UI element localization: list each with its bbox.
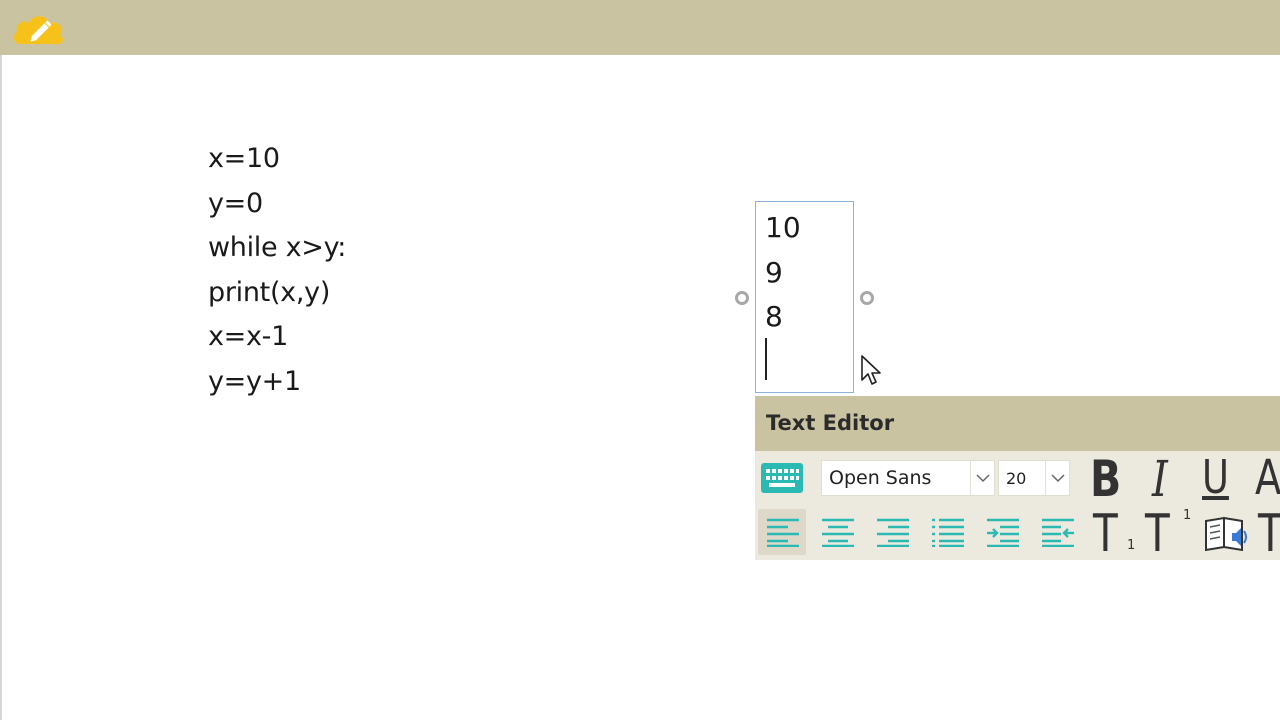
resize-handle-left[interactable] [735,291,749,305]
list-icon [932,518,964,547]
output-text-box[interactable]: 10 9 8 [755,201,854,393]
subscript-button[interactable]: T 1 [1093,508,1137,560]
subscript-mark: 1 [1127,538,1136,553]
app-header [0,0,1280,55]
mouse-cursor-icon [861,355,881,385]
font-family-value: Open Sans [829,467,932,489]
code-line: x=10 [208,143,280,174]
underline-button[interactable]: U [1202,454,1229,500]
code-line: x=x-1 [208,321,289,352]
code-line: y=y+1 [208,365,301,397]
chevron-down-icon [1045,461,1070,495]
pencil-icon [13,16,63,45]
align-center-button[interactable] [813,509,861,555]
text-caret [765,338,767,380]
text-editor-title: Text Editor [766,411,895,435]
text-style-button[interactable]: T [1258,508,1280,560]
align-left-button[interactable] [758,509,806,555]
code-text-block[interactable]: x=10 y=0 while x>y: print(x,y) x=x-1 y=y… [208,137,346,404]
font-family-select[interactable]: Open Sans [821,460,995,496]
superscript-button[interactable]: T 1 [1145,508,1192,560]
bold-button[interactable]: B [1090,454,1121,504]
immersive-reader-icon [1205,516,1247,552]
output-line: 9 [765,255,783,289]
output-line: 10 [765,211,801,244]
strikethrough-button[interactable]: A [1255,454,1280,502]
keyboard-button[interactable] [760,461,804,495]
align-left-icon [767,518,799,547]
immersive-reader-button[interactable] [1202,513,1250,553]
subscript-glyph: T [1093,504,1118,560]
output-line: 8 [765,300,783,333]
resize-handle-right[interactable] [860,291,874,305]
font-size-select[interactable]: 20 [998,460,1070,496]
increase-indent-button[interactable] [978,509,1026,555]
code-line: y=0 [208,187,263,219]
text-editor-panel: Text Editor Open Sans 20 B I U A T 1 T 1 [755,396,1280,560]
code-line: while x>y: [208,232,347,263]
pen-tool-button[interactable] [10,6,70,52]
italic-button[interactable]: I [1152,454,1168,504]
font-size-value: 20 [1006,469,1027,488]
align-right-icon [877,518,909,547]
align-right-button[interactable] [868,509,916,555]
align-center-icon [822,518,854,547]
code-line: print(x,y) [208,276,331,308]
decrease-indent-button[interactable] [1033,509,1081,555]
superscript-mark: 1 [1183,508,1192,523]
outdent-icon [1042,518,1074,547]
text-editor-header: Text Editor [755,396,1280,451]
superscript-glyph: T [1145,504,1170,560]
bullet-list-button[interactable] [923,509,971,555]
keyboard-icon [761,463,803,493]
canvas-border [0,55,2,720]
chevron-down-icon [970,461,995,495]
indent-icon [987,518,1019,547]
